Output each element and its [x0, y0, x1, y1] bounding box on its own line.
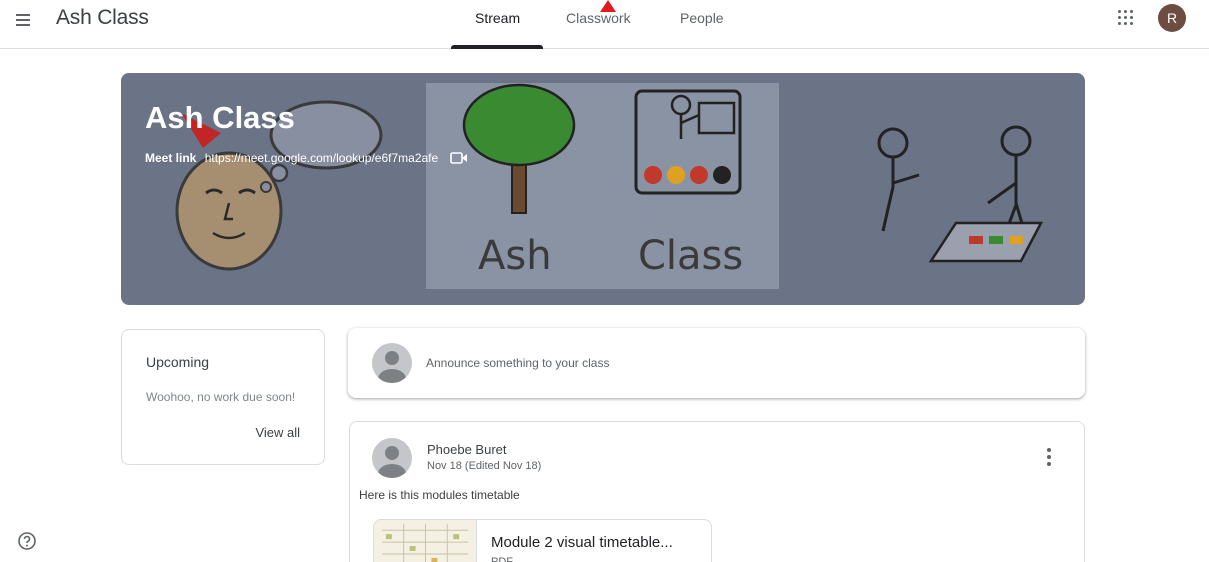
- meet-link-row: Meet link https://meet.google.com/lookup…: [145, 151, 468, 165]
- upcoming-empty-text: Woohoo, no work due soon!: [146, 390, 296, 404]
- tab-stream[interactable]: Stream: [475, 10, 520, 26]
- meet-link-url[interactable]: https://meet.google.com/lookup/e6f7ma2af…: [205, 151, 438, 165]
- post-author-avatar: [372, 438, 412, 478]
- upcoming-title: Upcoming: [146, 354, 210, 370]
- post-attachment[interactable]: Module 2 visual timetable... PDF: [373, 519, 712, 562]
- video-camera-icon[interactable]: [449, 152, 468, 164]
- banner-word-ash: Ash: [478, 233, 552, 279]
- person-icon: [378, 446, 406, 478]
- post-date: Nov 18 (Edited Nov 18): [427, 460, 542, 472]
- top-app-bar: Ash Class Stream Classwork People R: [0, 0, 1209, 49]
- help-icon[interactable]: [17, 531, 37, 551]
- class-banner: Ash Class Ash Class Meet link https://me…: [121, 73, 1085, 305]
- active-tab-indicator: [451, 45, 543, 49]
- announce-box[interactable]: Announce something to your class: [348, 328, 1085, 398]
- banner-class-name: Ash Class: [145, 100, 295, 135]
- view-all-link[interactable]: View all: [255, 425, 300, 440]
- attachment-type: PDF: [491, 556, 513, 562]
- stream-post: Phoebe Buret Nov 18 (Edited Nov 18) Here…: [349, 421, 1085, 562]
- meet-link-label: Meet link: [145, 151, 197, 165]
- annotation-arrow: [600, 0, 616, 12]
- class-title[interactable]: Ash Class: [56, 6, 149, 30]
- apps-grid-icon[interactable]: [1117, 9, 1135, 27]
- announce-placeholder: Announce something to your class: [426, 356, 610, 370]
- more-vert-icon[interactable]: [1045, 448, 1053, 466]
- post-author: Phoebe Buret: [427, 442, 507, 457]
- person-icon: [378, 351, 406, 383]
- tab-people[interactable]: People: [680, 10, 724, 26]
- upcoming-card: Upcoming Woohoo, no work due soon! View …: [121, 329, 325, 465]
- announce-avatar: [372, 343, 412, 383]
- attachment-title: Module 2 visual timetable...: [491, 534, 673, 551]
- attachment-thumbnail: [374, 520, 477, 562]
- banner-word-class: Class: [638, 233, 743, 279]
- tab-classwork[interactable]: Classwork: [566, 10, 631, 26]
- post-body: Here is this modules timetable: [359, 488, 520, 502]
- menu-icon[interactable]: [13, 9, 35, 31]
- user-avatar[interactable]: R: [1158, 4, 1186, 32]
